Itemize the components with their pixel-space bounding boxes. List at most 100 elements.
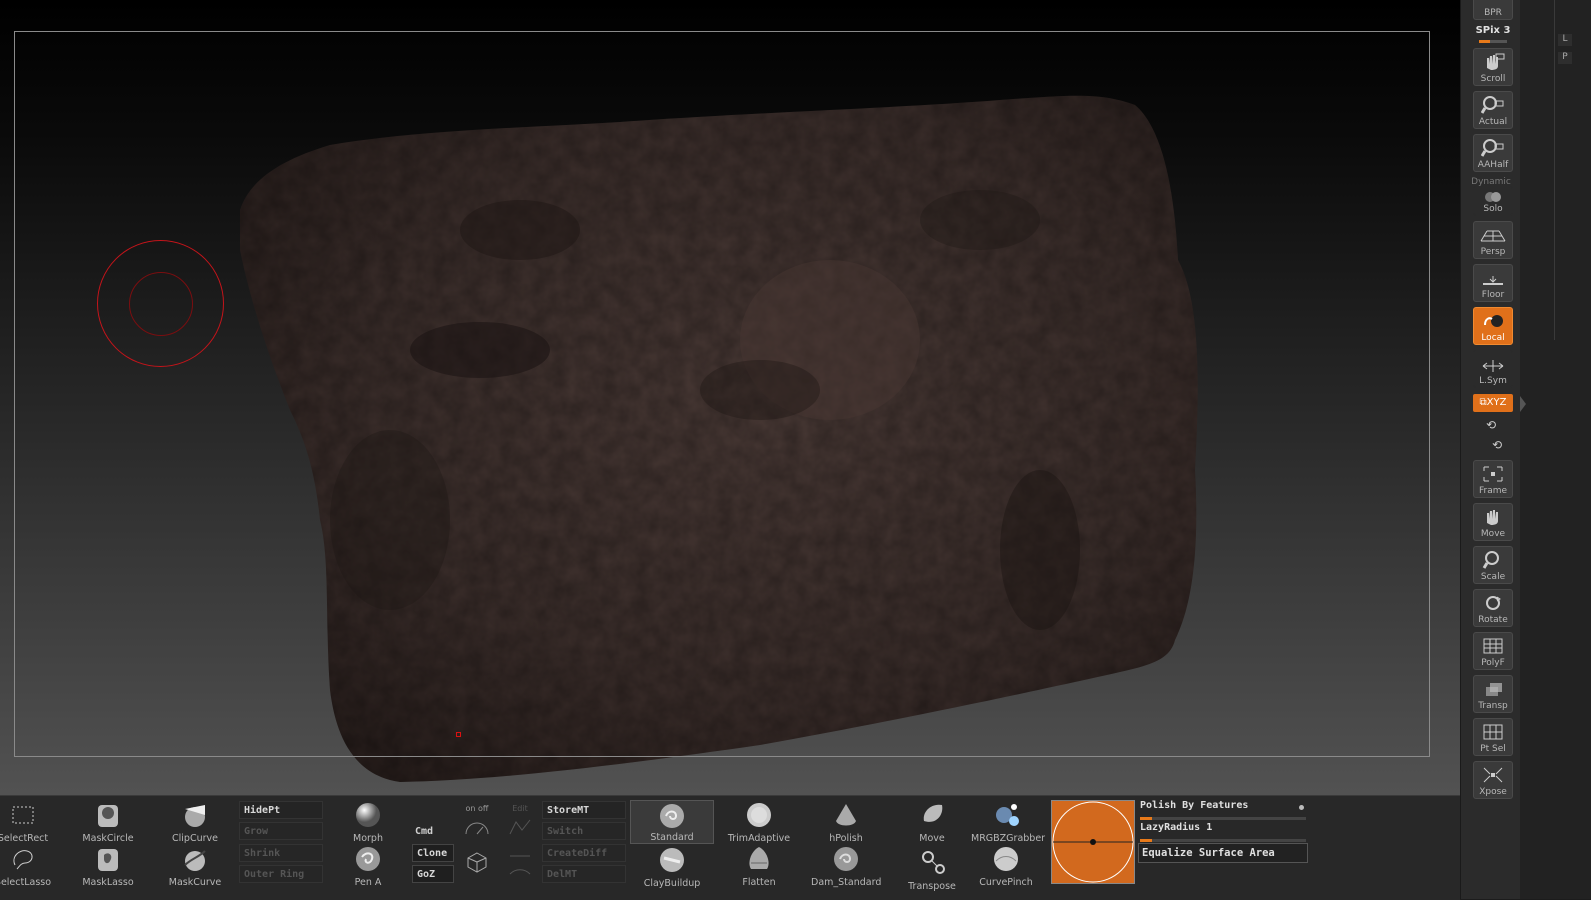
- color-swatch[interactable]: [1051, 800, 1135, 884]
- lsym-label: L.Sym: [1479, 376, 1507, 386]
- flatten-brush[interactable]: Flatten: [724, 844, 794, 888]
- hpolish-brush[interactable]: hPolish: [811, 800, 881, 844]
- xpose-label: Xpose: [1479, 787, 1507, 797]
- dam-standard-brush[interactable]: Dam_Standard: [811, 844, 881, 888]
- polish-by-features-slider[interactable]: Polish By Features: [1138, 800, 1308, 820]
- solo-button[interactable]: Solo: [1473, 186, 1513, 216]
- frame-button[interactable]: Frame: [1473, 460, 1513, 498]
- rotate-y-icon[interactable]: ⟲: [1461, 418, 1521, 432]
- switch-button[interactable]: Switch: [542, 822, 626, 840]
- frame-label: Frame: [1478, 486, 1508, 496]
- edit-button[interactable]: Edit: [500, 800, 540, 844]
- xpose-icon: [1483, 767, 1503, 783]
- selectlasso-tool[interactable]: SelectLasso: [0, 844, 58, 888]
- outer-ring-button[interactable]: Outer Ring: [239, 865, 323, 883]
- trimadaptive-brush-icon: [747, 803, 771, 827]
- morph-tool[interactable]: Morph: [333, 800, 403, 844]
- onoff-dial[interactable]: on off: [457, 800, 497, 844]
- polish-track: [1140, 817, 1306, 820]
- selectrect-tool[interactable]: SelectRect: [0, 800, 58, 844]
- move-brush[interactable]: Move: [897, 800, 967, 844]
- actual-label: Actual: [1478, 117, 1508, 127]
- clipcurve-tool[interactable]: ClipCurve: [160, 800, 230, 844]
- rotate-button[interactable]: Rotate: [1473, 589, 1513, 627]
- grow-button[interactable]: Grow: [239, 822, 323, 840]
- lasso-icon: [13, 850, 33, 870]
- floor-button[interactable]: Floor: [1473, 264, 1513, 302]
- storemt-button[interactable]: StoreMT: [542, 801, 626, 819]
- actual-button[interactable]: Actual: [1473, 91, 1513, 129]
- selectrect-label: SelectRect: [0, 833, 49, 844]
- local-button[interactable]: Local: [1473, 307, 1513, 345]
- scroll-button[interactable]: Scroll: [1473, 48, 1513, 86]
- ptsel-button[interactable]: Pt Sel: [1473, 718, 1513, 756]
- scroll-label: Scroll: [1480, 74, 1506, 84]
- spix-slider[interactable]: [1479, 40, 1507, 43]
- scale-button[interactable]: Scale: [1473, 546, 1513, 584]
- polish-toggle-dot[interactable]: [1299, 805, 1304, 810]
- local-label: Local: [1481, 333, 1505, 343]
- gauge-icon: [465, 822, 489, 835]
- polyf-button[interactable]: PolyF: [1473, 632, 1513, 670]
- transpose-brush[interactable]: Transpose: [897, 846, 967, 892]
- transp-label: Transp: [1478, 701, 1508, 711]
- equalize-surface-area-button[interactable]: Equalize Surface Area: [1138, 843, 1308, 863]
- mrgbzgrabber-label: MRGBZGrabber: [971, 833, 1046, 844]
- pen-a-tool[interactable]: Pen A: [333, 844, 403, 888]
- hand-icon: [1487, 510, 1498, 525]
- maskcurve-tool[interactable]: MaskCurve: [160, 844, 230, 888]
- onoff-label: on off: [465, 804, 489, 813]
- local-icon: [1484, 315, 1503, 327]
- creatediff-button[interactable]: CreateDiff Me: [542, 844, 626, 876]
- side-panel-strip: L P: [1520, 0, 1591, 899]
- hand-icon: [1487, 53, 1505, 70]
- curvepinch-brush[interactable]: CurvePinch: [971, 844, 1041, 888]
- hpolish-brush-icon: [836, 804, 856, 826]
- mrgbzgrabber-brush[interactable]: MRGBZGrabber: [971, 800, 1046, 844]
- maskcircle-tool[interactable]: MaskCircle: [73, 800, 143, 844]
- solo-icon: [1485, 192, 1501, 202]
- move-brush-icon: [923, 804, 943, 822]
- cube-icon: [467, 852, 487, 873]
- transpose-label: Transpose: [908, 881, 956, 892]
- cube-button[interactable]: [457, 844, 497, 888]
- perspective-icon: [1480, 230, 1506, 242]
- delmt-button[interactable]: DelMT: [542, 865, 626, 883]
- spix-label[interactable]: SPix 3: [1473, 25, 1513, 36]
- side-tab-l[interactable]: L: [1558, 34, 1572, 46]
- rotate-z-icon[interactable]: ⟲: [1467, 438, 1527, 452]
- persp-button[interactable]: Persp: [1473, 221, 1513, 259]
- polish-by-features-label: Polish By Features: [1140, 800, 1249, 811]
- standard-brush[interactable]: Standard: [630, 800, 714, 844]
- maskcircle-label: MaskCircle: [82, 833, 134, 844]
- claybuildup-label: ClayBuildup: [643, 878, 701, 889]
- move-button[interactable]: Move: [1473, 503, 1513, 541]
- bpr-button[interactable]: BPR: [1473, 0, 1513, 20]
- xyz-toggle[interactable]: ⧉XYZ: [1473, 394, 1513, 412]
- hidept-button[interactable]: HidePt: [239, 801, 323, 819]
- lsym-button[interactable]: L.Sym: [1473, 350, 1513, 388]
- collapse-arrow-icon[interactable]: [1520, 396, 1526, 412]
- mrgbzgrabber-icon: [996, 804, 1019, 826]
- transp-button[interactable]: Transp: [1473, 675, 1513, 713]
- trimadaptive-brush[interactable]: TrimAdaptive: [724, 800, 794, 844]
- masklasso-tool[interactable]: MaskLasso: [73, 844, 143, 888]
- aahalf-button[interactable]: AAHalf: [1473, 134, 1513, 172]
- clipcurve-label: ClipCurve: [172, 833, 218, 844]
- canvas-viewport[interactable]: [0, 0, 1460, 795]
- goz-button[interactable]: GoZ: [412, 865, 454, 883]
- xpose-button[interactable]: Xpose: [1473, 761, 1513, 799]
- lazy-radius-slider[interactable]: LazyRadius 1: [1138, 822, 1308, 842]
- morph-target-button[interactable]: [500, 844, 540, 888]
- floor-icon: [1483, 276, 1503, 285]
- curvepinch-label: CurvePinch: [979, 877, 1033, 888]
- shrink-button[interactable]: Shrink: [239, 844, 323, 862]
- bottom-shelf: SelectRect SelectLasso MaskCircle MaskLa…: [0, 795, 1460, 900]
- point-selection-icon: [1483, 724, 1503, 740]
- clone-button[interactable]: Clone: [412, 844, 454, 862]
- polyf-label: PolyF: [1481, 658, 1505, 668]
- dam-standard-label: Dam_Standard: [811, 877, 882, 888]
- pen-a-icon: [356, 847, 380, 871]
- claybuildup-brush[interactable]: ClayBuildup: [637, 845, 707, 889]
- side-tab-p[interactable]: P: [1558, 52, 1572, 64]
